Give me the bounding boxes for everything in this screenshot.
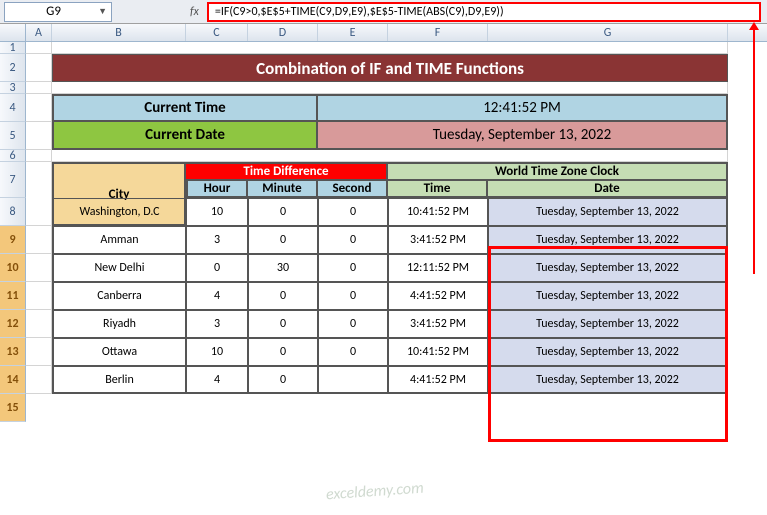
column-headers: A B C D E F G [0, 24, 767, 42]
cell-time[interactable]: 3:41:52 PM [388, 226, 488, 254]
watermark: exceldemy.com [325, 479, 424, 505]
current-date-label: Current Date [52, 122, 318, 150]
current-time-label: Current Time [52, 94, 318, 122]
cell-content: Combination of IF and TIME Functions Cur… [26, 42, 728, 422]
cell-minute[interactable]: 0 [248, 282, 318, 310]
row-header-6[interactable]: 6 [0, 150, 26, 162]
row-header-7[interactable]: 7 [0, 162, 26, 198]
cell-second[interactable]: 0 [318, 338, 388, 366]
cell-date[interactable]: Tuesday, September 13, 2022 [488, 310, 728, 338]
cell-second[interactable] [318, 366, 388, 394]
chevron-down-icon[interactable]: ▼ [98, 6, 107, 17]
cell-minute[interactable]: 0 [248, 366, 318, 394]
header-timediff: Time Difference [186, 162, 388, 181]
cell-hour[interactable]: 4 [186, 282, 248, 310]
cell-city[interactable]: Berlin [52, 366, 186, 394]
formula-bar-area: G9 ▼ fx =IF(C9>0,$E$5+TIME(C9,D9,E9),$E$… [0, 0, 767, 24]
row-header-8[interactable]: 8 [0, 198, 26, 226]
cell-time[interactable]: 10:41:52 PM [388, 338, 488, 366]
cell-hour[interactable]: 0 [186, 254, 248, 282]
row-header-11[interactable]: 11 [0, 282, 26, 310]
col-header-D[interactable]: D [248, 24, 318, 41]
header-worldclock: World Time Zone Clock [388, 162, 728, 181]
row-header-9[interactable]: 9 [0, 226, 26, 254]
cell-time[interactable]: 12:11:52 PM [388, 254, 488, 282]
cell-hour[interactable]: 3 [186, 310, 248, 338]
table-row: Amman 3 0 0 3:41:52 PM Tuesday, Septembe… [26, 226, 728, 254]
fx-icon[interactable]: fx [190, 5, 199, 19]
cell-city[interactable]: Washington, D.C [52, 198, 186, 226]
cell-time[interactable]: 10:41:52 PM [388, 198, 488, 226]
row-header-13[interactable]: 13 [0, 338, 26, 366]
table-row: Riyadh 3 0 0 3:41:52 PM Tuesday, Septemb… [26, 310, 728, 338]
spreadsheet-grid: A B C D E F G 1 2 3 4 5 6 7 8 9 10 11 12… [0, 24, 767, 422]
table-row: Washington, D.C 10 0 0 10:41:52 PM Tuesd… [26, 198, 728, 226]
cell-date[interactable]: Tuesday, September 13, 2022 [488, 226, 728, 254]
cell-minute[interactable]: 0 [248, 226, 318, 254]
select-all-corner[interactable] [0, 24, 26, 41]
cell-city[interactable]: Ottawa [52, 338, 186, 366]
cell-second[interactable]: 0 [318, 282, 388, 310]
cell-hour[interactable]: 4 [186, 366, 248, 394]
current-time-value[interactable]: 12:41:52 PM [318, 94, 728, 122]
cell-time[interactable]: 4:41:52 PM [388, 282, 488, 310]
col-header-C[interactable]: C [186, 24, 248, 41]
table-row: Ottawa 10 0 0 10:41:52 PM Tuesday, Septe… [26, 338, 728, 366]
cell-minute[interactable]: 0 [248, 198, 318, 226]
title-banner: Combination of IF and TIME Functions [52, 54, 728, 82]
row-header-2[interactable]: 2 [0, 54, 26, 82]
col-header-G[interactable]: G [488, 24, 728, 41]
formula-text: =IF(C9>0,$E$5+TIME(C9,D9,E9),$E$5-TIME(A… [215, 5, 504, 19]
cell-second[interactable]: 0 [318, 226, 388, 254]
row-header-15[interactable]: 15 [0, 394, 26, 422]
header-minute: Minute [248, 181, 318, 198]
cell-date[interactable]: Tuesday, September 13, 2022 [488, 366, 728, 394]
cell-city[interactable]: New Delhi [52, 254, 186, 282]
cell-city[interactable]: Amman [52, 226, 186, 254]
cell-city[interactable]: Riyadh [52, 310, 186, 338]
cell-hour[interactable]: 10 [186, 338, 248, 366]
row-header-14[interactable]: 14 [0, 366, 26, 394]
col-header-E[interactable]: E [318, 24, 388, 41]
cell-hour[interactable]: 3 [186, 226, 248, 254]
row-header-12[interactable]: 12 [0, 310, 26, 338]
name-box-value: G9 [9, 4, 98, 19]
cell-date[interactable]: Tuesday, September 13, 2022 [488, 282, 728, 310]
row-header-4[interactable]: 4 [0, 94, 26, 122]
cell-minute[interactable]: 30 [248, 254, 318, 282]
cell-second[interactable]: 0 [318, 254, 388, 282]
cell-date[interactable]: Tuesday, September 13, 2022 [488, 198, 728, 226]
formula-bar[interactable]: =IF(C9>0,$E$5+TIME(C9,D9,E9),$E$5-TIME(A… [207, 2, 761, 22]
cell-second[interactable]: 0 [318, 198, 388, 226]
table-row: New Delhi 0 30 0 12:11:52 PM Tuesday, Se… [26, 254, 728, 282]
header-hour: Hour [186, 181, 248, 198]
table-row: Berlin 4 0 4:41:52 PM Tuesday, September… [26, 366, 728, 394]
header-time: Time [388, 181, 488, 198]
cell-time[interactable]: 3:41:52 PM [388, 310, 488, 338]
header-second: Second [318, 181, 388, 198]
row-header-1[interactable]: 1 [0, 42, 26, 54]
header-date: Date [488, 181, 728, 198]
col-header-F[interactable]: F [388, 24, 488, 41]
name-box[interactable]: G9 ▼ [4, 2, 112, 22]
row-header-5[interactable]: 5 [0, 122, 26, 150]
table-row: Canberra 4 0 0 4:41:52 PM Tuesday, Septe… [26, 282, 728, 310]
cell-date[interactable]: Tuesday, September 13, 2022 [488, 254, 728, 282]
row-header-10[interactable]: 10 [0, 254, 26, 282]
cell-city[interactable]: Canberra [52, 282, 186, 310]
cell-minute[interactable]: 0 [248, 310, 318, 338]
cell-hour[interactable]: 10 [186, 198, 248, 226]
arrow-annotation [753, 24, 755, 274]
col-header-B[interactable]: B [52, 24, 186, 41]
current-date-value[interactable]: Tuesday, September 13, 2022 [318, 122, 728, 150]
cell-time[interactable]: 4:41:52 PM [388, 366, 488, 394]
cell-date[interactable]: Tuesday, September 13, 2022 [488, 338, 728, 366]
cell-minute[interactable]: 0 [248, 338, 318, 366]
row-headers: 1 2 3 4 5 6 7 8 9 10 11 12 13 14 15 [0, 42, 26, 422]
col-header-A[interactable]: A [26, 24, 52, 41]
cell-second[interactable]: 0 [318, 310, 388, 338]
row-header-3[interactable]: 3 [0, 82, 26, 94]
